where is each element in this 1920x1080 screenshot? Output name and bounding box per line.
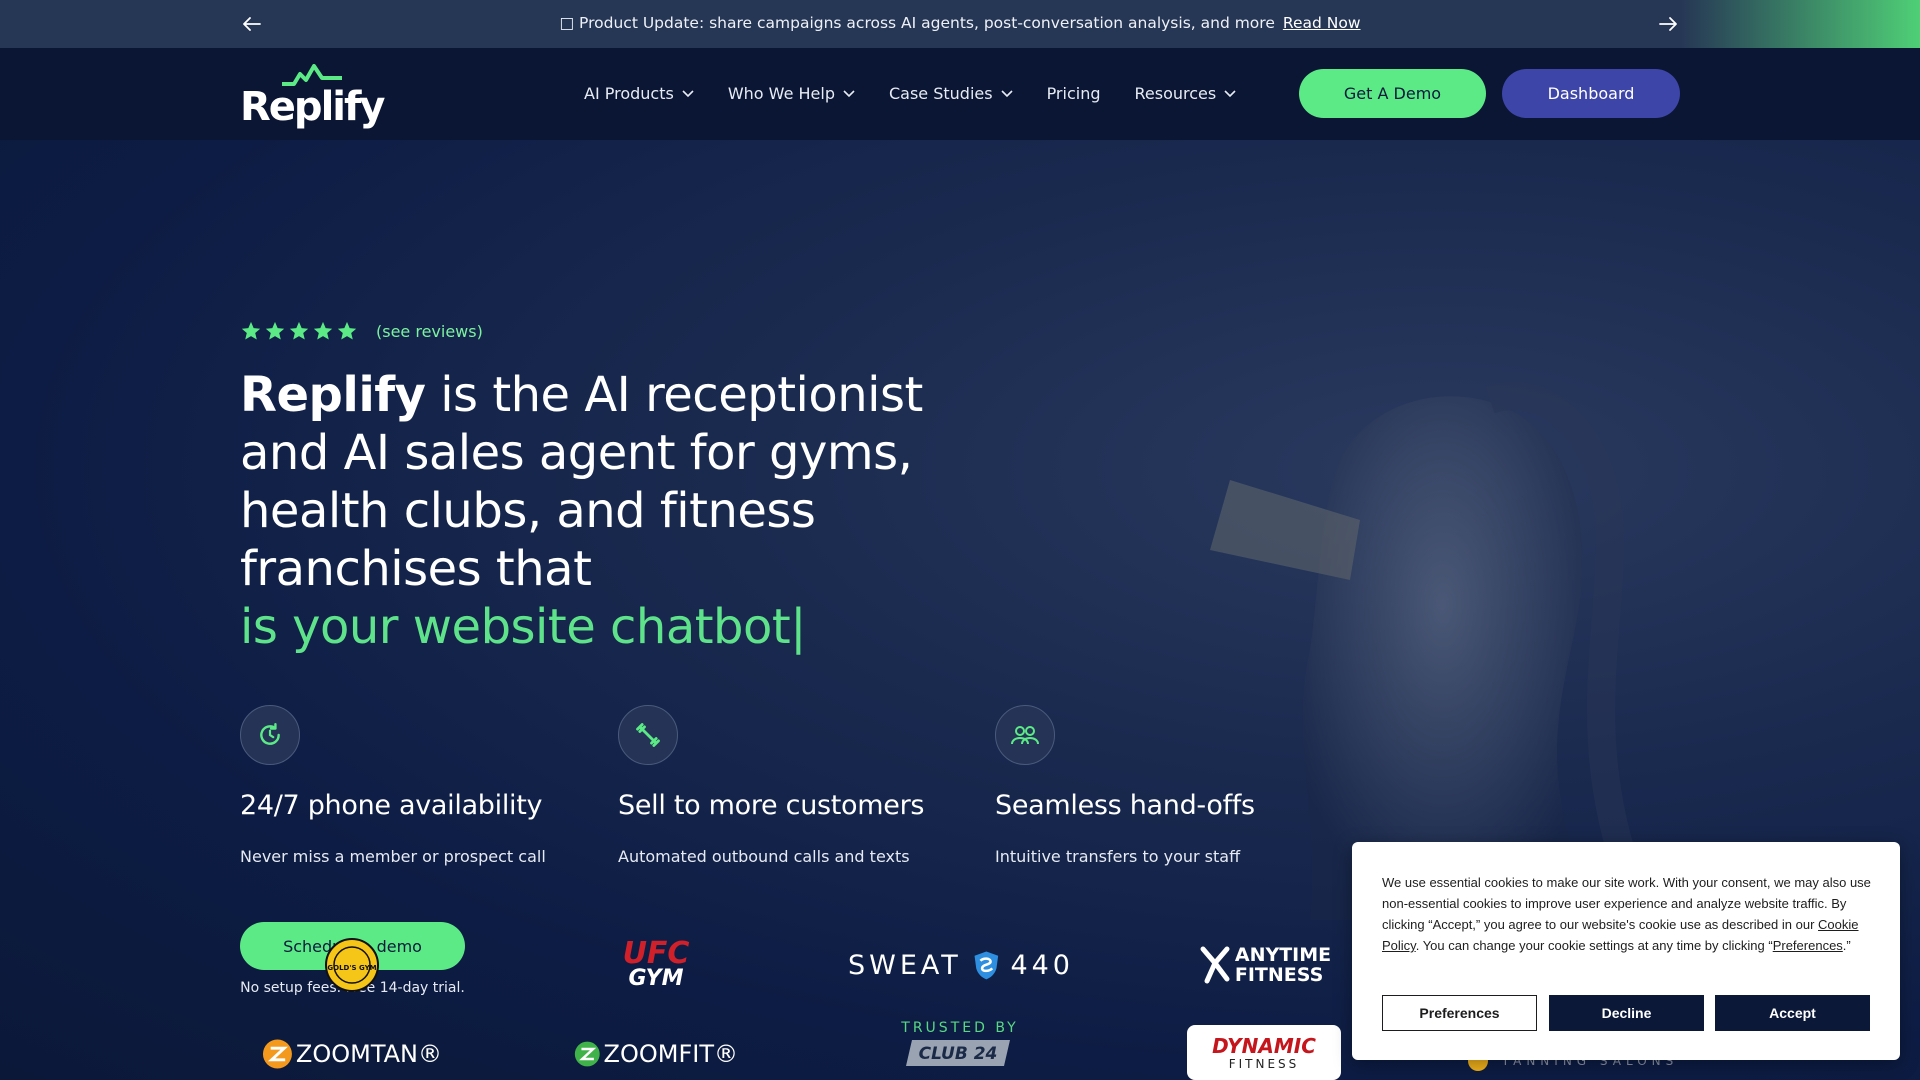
announcement-bar: □ Product Update: share campaigns across… (0, 0, 1920, 48)
feature-icon-circle (995, 705, 1055, 765)
anytime-text: ANYTIME (1234, 944, 1332, 966)
sweat-440-logo: SWEAT 440 (848, 945, 1074, 985)
running-man-icon (1200, 946, 1230, 984)
nav-item-pricing[interactable]: Pricing (1047, 84, 1101, 103)
feature-phone-availability: 24/7 phone availability Never miss a mem… (240, 705, 580, 866)
feature-desc: Automated outbound calls and texts (618, 847, 910, 866)
golds-gym-logo: GOLD'S GYM (322, 935, 382, 995)
headline-rotating-text: is your website chatbot| (240, 599, 806, 655)
arrow-right-icon[interactable] (1656, 12, 1680, 36)
nav-item-resources[interactable]: Resources (1135, 84, 1237, 103)
headline-brand: Replify (240, 367, 426, 423)
cookie-text-part1: We use essential cookies to make our sit… (1382, 875, 1871, 932)
star-icon (241, 321, 261, 340)
nav-item-label: Pricing (1046, 84, 1101, 103)
club-24-logo: CLUB 24 (906, 1038, 1012, 1068)
golds-gym-emblem: GOLD'S GYM (325, 938, 379, 992)
announcement-message: □ Product Update: share campaigns across… (0, 14, 1920, 32)
star-icon (337, 321, 357, 340)
feature-title: Seamless hand-offs (995, 790, 1255, 821)
feature-desc: Never miss a member or prospect call (240, 847, 546, 866)
feature-icon-circle (618, 705, 678, 765)
ufc-gym-text: GYM (628, 966, 684, 991)
ufc-gym-logo: UFC GYM (606, 935, 706, 995)
feature-sell-more: Sell to more customers Automated outboun… (618, 705, 958, 866)
feature-hand-offs: Seamless hand-offs Intuitive transfers t… (995, 705, 1335, 866)
nav-item-label: Case Studies (888, 84, 993, 103)
rating-stars: (see reviews) (240, 320, 483, 342)
star-icon (313, 321, 333, 340)
cookie-accept-button[interactable]: Accept (1715, 995, 1870, 1031)
dynamic-fitness-text: FITNESS (1228, 1056, 1300, 1071)
cookie-decline-button[interactable]: Decline (1549, 995, 1704, 1031)
nav-menu: AI Products Who We Help Case Studies Pri… (584, 84, 1270, 103)
feature-icon-circle (240, 705, 300, 765)
zoomtan-logo: ZOOMTAN® (262, 1036, 442, 1072)
feature-desc: Intuitive transfers to your staff (995, 847, 1241, 866)
dashboard-button[interactable]: Dashboard (1502, 69, 1680, 118)
nav-item-who-we-help[interactable]: Who We Help (728, 84, 855, 103)
cookie-text-part2: . You can change your cookie settings at… (1415, 938, 1773, 953)
nav-item-label: AI Products (584, 84, 674, 103)
brand-logo[interactable]: Replify (240, 64, 392, 130)
hero-headline: Replify is the AI receptionist and AI sa… (240, 366, 960, 656)
preferences-link[interactable]: Preferences (1773, 938, 1843, 953)
nav-item-case-studies[interactable]: Case Studies (889, 84, 1013, 103)
logo-wordmark: Replify (240, 84, 385, 130)
nav-item-ai-products[interactable]: AI Products (584, 84, 694, 103)
get-a-demo-button[interactable]: Get A Demo (1299, 69, 1486, 118)
anytime-fitness-logo: ANYTIME FITNESS (1186, 940, 1342, 990)
feature-title: Sell to more customers (618, 790, 925, 821)
svg-text:GOLD'S GYM: GOLD'S GYM (327, 964, 376, 972)
chevron-down-icon (682, 89, 694, 97)
see-reviews-link[interactable]: (see reviews) (376, 322, 483, 341)
shield-icon (974, 951, 998, 980)
announcement-text: □ Product Update: share campaigns across… (559, 14, 1275, 32)
sweat-text: SWEAT (848, 949, 962, 981)
cookie-text-part3: .” (1842, 938, 1851, 953)
clock-refresh-icon (260, 722, 280, 745)
club-24-emblem: CLUB 24 (906, 1040, 1010, 1066)
zoomfit-text: ZOOMFIT® (603, 1040, 738, 1068)
nav-item-label: Resources (1134, 84, 1217, 103)
main-navbar: Replify AI Products Who We Help Case Stu… (0, 48, 1920, 140)
chevron-down-icon (1000, 89, 1013, 97)
dynamic-fitness-logo: DYNAMIC FITNESS (1187, 1025, 1341, 1080)
cookie-preferences-button[interactable]: Preferences (1382, 995, 1537, 1031)
zoomfit-logo: ZOOMFIT® (574, 1036, 738, 1072)
cookie-consent-banner: We use essential cookies to make our sit… (1352, 842, 1900, 1060)
feature-title: 24/7 phone availability (240, 790, 543, 821)
fitness-text: FITNESS (1234, 964, 1324, 986)
read-now-link[interactable]: Read Now (1283, 14, 1361, 32)
star-icon (265, 321, 285, 340)
dumbbell-icon (636, 723, 660, 747)
people-icon (1011, 726, 1039, 745)
chevron-down-icon (843, 89, 855, 97)
dynamic-text: DYNAMIC (1212, 1033, 1316, 1058)
svg-text:CLUB 24: CLUB 24 (919, 1044, 998, 1064)
ufc-logo-text: UFC (622, 936, 690, 971)
nav-item-label: Who We Help (727, 84, 835, 103)
star-icon (289, 321, 309, 340)
chevron-down-icon (1224, 89, 1236, 97)
zoomtan-text: ZOOMTAN® (295, 1040, 442, 1068)
cookie-text: We use essential cookies to make our sit… (1382, 872, 1882, 956)
zoomtan-z-icon (262, 1039, 292, 1069)
zoomfit-z-icon (574, 1041, 600, 1067)
sweat-440-number: 440 (1010, 949, 1074, 981)
